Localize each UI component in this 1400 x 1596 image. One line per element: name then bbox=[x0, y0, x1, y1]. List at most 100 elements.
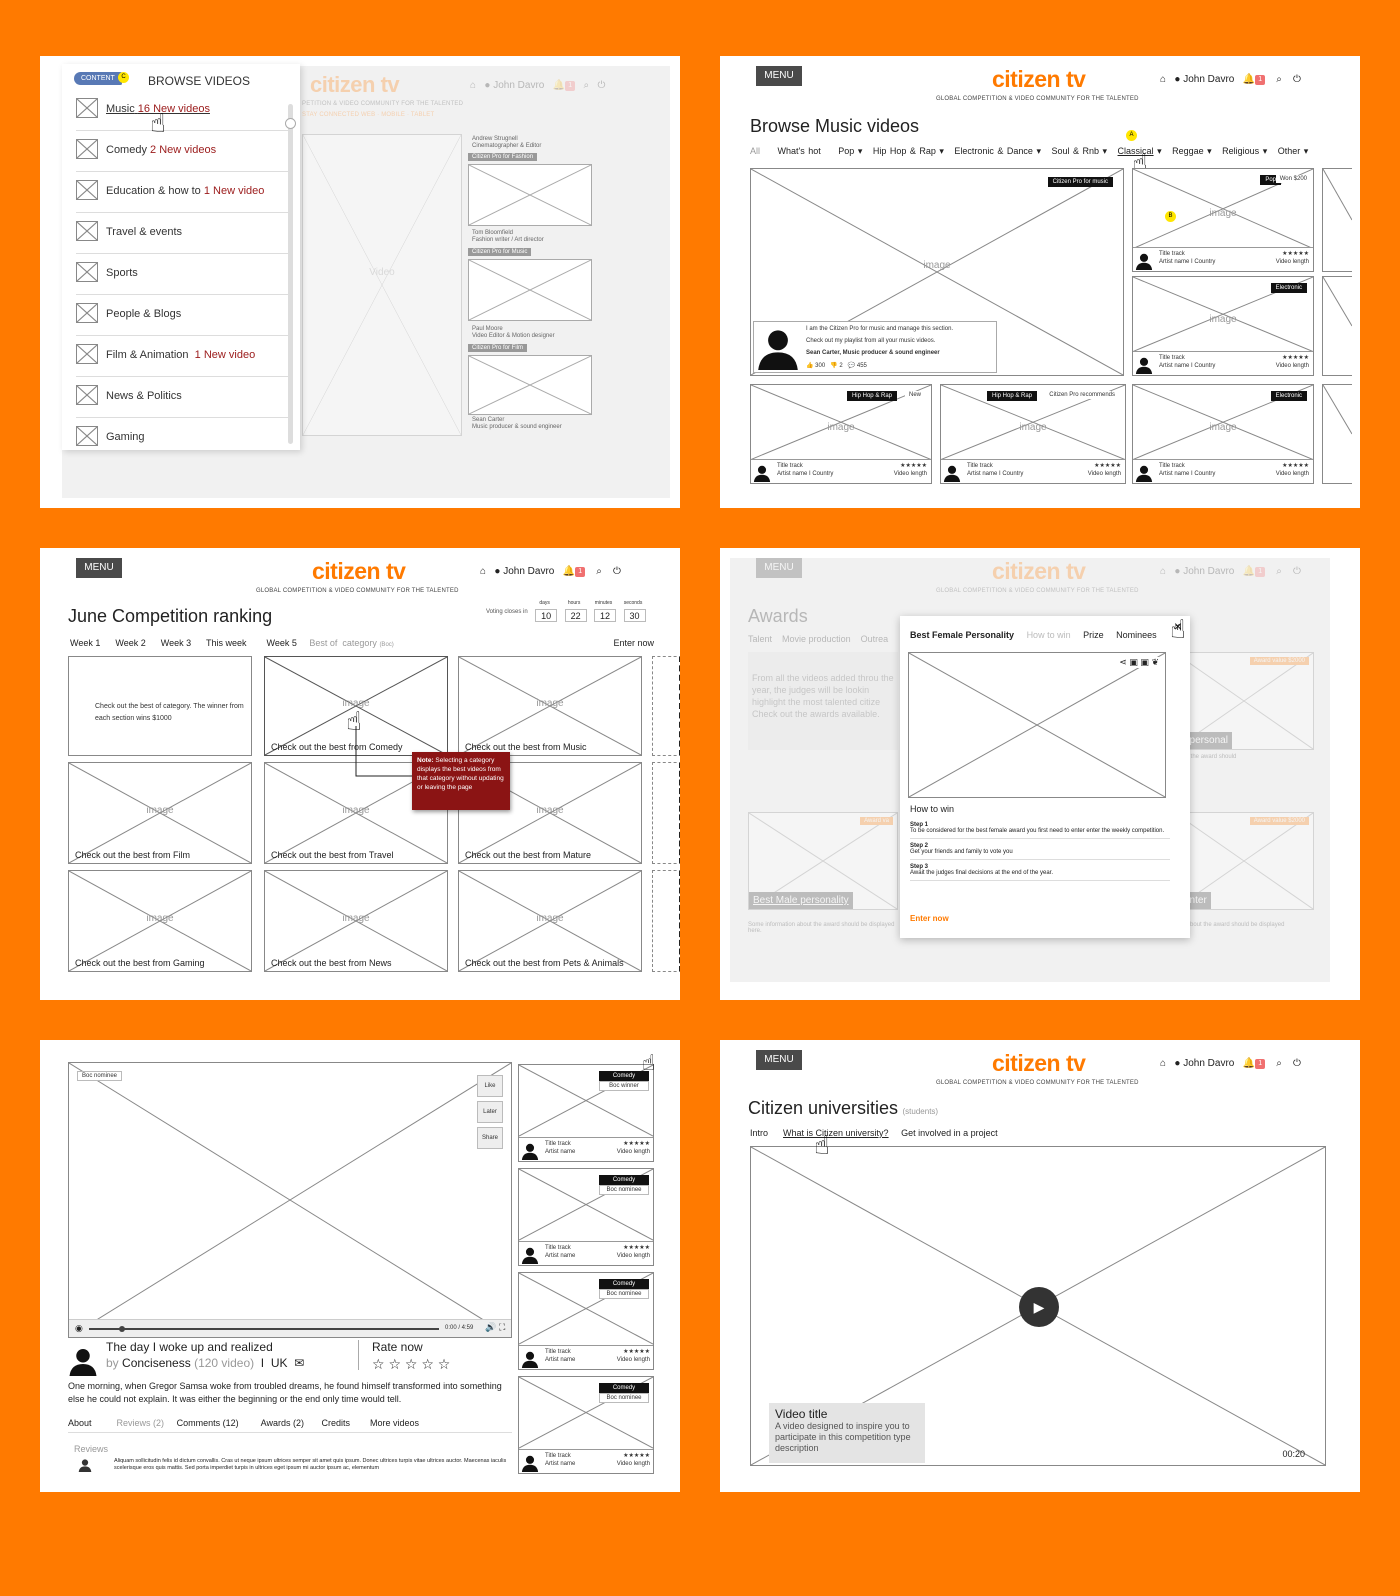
bell-icon[interactable]: 🔔 bbox=[1243, 74, 1255, 85]
tab-week-5[interactable]: Week 5 bbox=[266, 638, 296, 648]
tab-about[interactable]: About bbox=[68, 1418, 92, 1428]
category-item-travel[interactable]: Travel & events bbox=[76, 213, 291, 254]
category-item-sports[interactable]: Sports bbox=[76, 254, 291, 295]
category-item-comedy[interactable]: Comedy 2 New videos bbox=[76, 131, 291, 172]
seek-handle[interactable] bbox=[119, 1326, 125, 1332]
google-icon[interactable]: ▣ bbox=[1140, 657, 1149, 667]
volume-icon[interactable]: 🔊 bbox=[485, 1322, 496, 1333]
tab-this-week[interactable]: This week bbox=[206, 638, 247, 648]
rating-stars[interactable]: ☆ ☆ ☆ ☆ ☆ bbox=[372, 1356, 450, 1373]
side-video-card[interactable]: Comedy Boc nominee Title track Artist name ★… bbox=[518, 1272, 654, 1370]
category-item-music[interactable]: Music 16 New videos bbox=[76, 90, 291, 131]
side-video-card[interactable]: Comedy Boc nominee Title track Artist name ★… bbox=[518, 1376, 654, 1474]
tab-awards[interactable]: Awards (2) bbox=[261, 1418, 304, 1428]
tab-what-is[interactable]: What is Citizen university? bbox=[783, 1128, 889, 1138]
tab-best-female[interactable]: Best Female Personality bbox=[910, 630, 1014, 640]
video-card[interactable]: image Pop Won $200 B Title track Artist n… bbox=[1132, 168, 1314, 272]
thumbs-down-icon[interactable]: 👎 bbox=[830, 363, 837, 369]
category-select[interactable]: category bbox=[342, 638, 377, 648]
video-card[interactable]: image Hip Hop & Rap Citizen Pro recommen… bbox=[940, 384, 1126, 484]
category-cell-news[interactable]: image Check out the best from News bbox=[264, 870, 448, 972]
logo[interactable]: citizen tv bbox=[992, 66, 1086, 93]
play-icon[interactable]: ◉ bbox=[75, 1323, 83, 1334]
menu-button[interactable]: MENU bbox=[756, 1050, 802, 1070]
university-video[interactable]: ▶ Video title A video designed to inspir… bbox=[750, 1146, 1326, 1466]
tab-week-3[interactable]: Week 3 bbox=[161, 638, 191, 648]
user-name[interactable]: John Davro bbox=[1183, 1058, 1234, 1069]
side-video-card[interactable]: Comedy Boc nominee Title track Artist name ★… bbox=[518, 1168, 654, 1266]
tab-whats-hot[interactable]: What's hot bbox=[778, 146, 821, 156]
tab-week-1[interactable]: Week 1 bbox=[70, 638, 100, 648]
tab-hiphop[interactable]: Hip Hop & Rap bbox=[873, 146, 936, 156]
tab-get-involved[interactable]: Get involved in a project bbox=[901, 1128, 998, 1138]
user-icon[interactable]: ● bbox=[494, 566, 500, 577]
video-card[interactable]: image Electronic Title track Artist name … bbox=[1132, 384, 1314, 484]
user-icon[interactable]: ● bbox=[1174, 1058, 1180, 1069]
main-video[interactable]: Boc nominee Like Later Share ◉ 0:00 / 4:… bbox=[68, 1062, 512, 1338]
tab-reggae[interactable]: Reggae bbox=[1172, 146, 1204, 156]
category-cell-music[interactable]: image Check out the best from Music bbox=[458, 656, 642, 756]
menu-button[interactable]: MENU bbox=[76, 558, 122, 578]
category-item-people[interactable]: People & Blogs bbox=[76, 295, 291, 336]
tab-how-to-win[interactable]: How to win bbox=[1027, 630, 1071, 640]
category-item-news[interactable]: News & Politics bbox=[76, 377, 291, 418]
tab-electronic[interactable]: Electronic & Dance bbox=[954, 146, 1033, 156]
home-icon[interactable]: ⌂ bbox=[1160, 74, 1166, 85]
tab-other[interactable]: Other bbox=[1278, 146, 1301, 156]
enter-now-button[interactable]: Enter now bbox=[910, 914, 949, 923]
side-video-card[interactable]: Comedy Boc winner Title track Artist name ★★… bbox=[518, 1064, 654, 1162]
user-name[interactable]: John Davro bbox=[1183, 74, 1234, 85]
category-item-gaming[interactable]: Gaming bbox=[76, 418, 291, 459]
tab-comments[interactable]: Comments (12) bbox=[177, 1418, 239, 1428]
like-button[interactable]: Like bbox=[477, 1075, 503, 1097]
tab-nominees[interactable]: Nominees bbox=[1116, 630, 1157, 640]
tab-intro[interactable]: Intro bbox=[750, 1128, 768, 1138]
featured-video[interactable]: image Citizen Pro for music I am the Cit… bbox=[750, 168, 1124, 376]
later-button[interactable]: Later bbox=[477, 1101, 503, 1123]
facebook-icon[interactable]: ▣ bbox=[1129, 657, 1138, 667]
video-card-partial[interactable] bbox=[1322, 168, 1352, 272]
tab-all[interactable]: All bbox=[750, 146, 760, 156]
share-button[interactable]: Share bbox=[477, 1127, 503, 1149]
category-cell-gaming[interactable]: image Check out the best from Gaming bbox=[68, 870, 252, 972]
menu-button[interactable]: MENU bbox=[756, 66, 802, 86]
share-icon[interactable]: ⋖ bbox=[1119, 657, 1127, 667]
video-card-partial[interactable] bbox=[1322, 384, 1352, 484]
author-link[interactable]: Conciseness bbox=[122, 1356, 191, 1370]
video-card[interactable]: image Hip Hop & Rap New Title track Artis… bbox=[750, 384, 932, 484]
user-name[interactable]: John Davro bbox=[503, 566, 554, 577]
play-icon[interactable]: ▶ bbox=[1019, 1287, 1059, 1327]
search-icon[interactable]: ⌕ bbox=[1276, 74, 1282, 85]
logo[interactable]: citizen tv bbox=[992, 1050, 1086, 1077]
category-cell-film[interactable]: image Check out the best from Film bbox=[68, 762, 252, 864]
power-icon[interactable]: ⏻ bbox=[1293, 74, 1301, 85]
tab-soul[interactable]: Soul & Rnb bbox=[1051, 146, 1099, 156]
mail-icon[interactable]: ✉ bbox=[294, 1356, 304, 1370]
category-item-film[interactable]: Film & Animation 1 New video bbox=[76, 336, 291, 377]
bell-icon[interactable]: 🔔 bbox=[563, 566, 575, 577]
search-icon[interactable]: ⌕ bbox=[1276, 1058, 1282, 1069]
enter-now-link[interactable]: Enter now bbox=[613, 638, 654, 648]
category-cell-pets[interactable]: image Check out the best from Pets & Anim… bbox=[458, 870, 642, 972]
thumbs-up-icon[interactable]: 👍 bbox=[806, 363, 813, 369]
power-icon[interactable]: ⏻ bbox=[1293, 1058, 1301, 1069]
tab-pop[interactable]: Pop bbox=[838, 146, 854, 156]
tab-prize[interactable]: Prize bbox=[1083, 630, 1104, 640]
video-card[interactable]: image Electronic Title track Artist name … bbox=[1132, 276, 1314, 376]
home-icon[interactable]: ⌂ bbox=[480, 566, 486, 577]
tab-religious[interactable]: Religious bbox=[1222, 146, 1259, 156]
content-badge[interactable]: CONTENT bbox=[74, 72, 122, 85]
tab-week-2[interactable]: Week 2 bbox=[115, 638, 145, 648]
comment-icon[interactable]: 💬 bbox=[848, 363, 855, 369]
home-icon[interactable]: ⌂ bbox=[1160, 1058, 1166, 1069]
category-item-education[interactable]: Education & how to 1 New video bbox=[76, 172, 291, 213]
power-icon[interactable]: ⏻ bbox=[613, 566, 621, 577]
bell-icon[interactable]: 🔔 bbox=[1243, 1058, 1255, 1069]
video-card-partial[interactable] bbox=[1322, 276, 1352, 376]
user-icon[interactable]: ● bbox=[1174, 74, 1180, 85]
tab-more-videos[interactable]: More videos bbox=[370, 1418, 419, 1428]
fullscreen-icon[interactable]: ⛶ bbox=[499, 1322, 505, 1333]
tab-credits[interactable]: Credits bbox=[321, 1418, 350, 1428]
seek-bar[interactable] bbox=[89, 1326, 439, 1332]
twitter-icon[interactable]: ❦ bbox=[1151, 657, 1159, 667]
